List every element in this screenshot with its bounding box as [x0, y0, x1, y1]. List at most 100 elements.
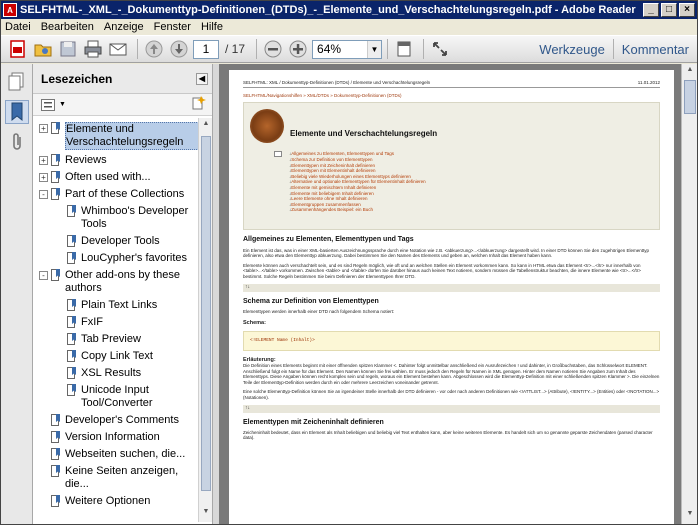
bookmark-item[interactable]: Tab Preview [33, 333, 199, 346]
paperclip-icon [13, 133, 21, 150]
bookmark-item[interactable]: Whimboo's Developer Tools [33, 205, 199, 231]
scroll-thumb[interactable] [684, 80, 696, 114]
bookmark-label: Version Information [65, 431, 160, 443]
scroll-thumb[interactable] [201, 136, 211, 491]
bookmark-item[interactable]: Copy Link Text [33, 350, 199, 363]
collapse-icon[interactable]: - [39, 271, 48, 280]
zoom-select[interactable]: 64% ▼ [312, 39, 383, 59]
scroll-down-icon[interactable]: ▼ [200, 508, 212, 520]
bookmark-item[interactable]: + Reviews [33, 154, 199, 167]
expand-icon[interactable]: + [39, 156, 48, 165]
bookmark-label: Part of these Collections [65, 188, 185, 200]
open-button[interactable] [32, 38, 54, 60]
new-bookmark-icon [192, 96, 206, 110]
bookmark-label: LouCypher's favorites [81, 252, 188, 264]
bookmark-label: Tab Preview [81, 333, 141, 345]
pages-icon [8, 72, 24, 91]
bookmark-item[interactable]: Developer Tools [33, 235, 199, 248]
window-title: SELFHTML-_XML_-_Dokumenttyp-Definitionen… [20, 4, 636, 16]
scroll-up-icon[interactable]: ▲ [684, 66, 696, 78]
bookmark-item[interactable]: + Often used with... [33, 171, 199, 184]
bookmark-label: Developer's Comments [65, 414, 179, 426]
bookmarks-scrollbar[interactable]: ▲ ▼ [198, 118, 212, 522]
bookmark-icon [67, 316, 76, 328]
tools-link[interactable]: Werkzeuge [539, 42, 605, 57]
pages-panel-button[interactable] [5, 70, 29, 94]
menu-bearbeiten[interactable]: Bearbeiten [41, 21, 94, 33]
bookmark-label: Unicode Input Tool/Converter [81, 384, 153, 409]
title-box: Elemente und Verschachtelungsregeln Allg… [243, 102, 660, 231]
paragraph-explanation-1: Die Definition eines Elements beginnt mi… [243, 362, 660, 385]
bookmark-item[interactable]: + Elemente und Verschachtelungsregeln [33, 122, 199, 150]
fit-page-button[interactable] [393, 38, 415, 60]
menu-fenster[interactable]: Fenster [154, 21, 191, 33]
close-button[interactable]: × [679, 3, 695, 17]
expand-icon[interactable]: + [39, 173, 48, 182]
jump-arrows-2[interactable]: ↑↓ [243, 404, 660, 413]
panel-options-bar: ▼ [33, 94, 212, 116]
collapse-icon[interactable]: - [39, 190, 48, 199]
expand-icon[interactable]: + [39, 124, 48, 133]
bookmark-item[interactable]: - Part of these Collections [33, 188, 199, 201]
previous-page-button[interactable] [143, 38, 165, 60]
bookmark-item[interactable]: Keine Seiten anzeigen, die... [33, 465, 199, 491]
save-button[interactable] [57, 38, 79, 60]
document-scrollbar[interactable]: ▲ ▼ [681, 64, 697, 524]
scroll-down-icon[interactable]: ▼ [684, 510, 696, 522]
menu-hilfe[interactable]: Hilfe [201, 21, 223, 33]
page-total: / 17 [225, 42, 246, 56]
menu-anzeige[interactable]: Anzeige [104, 21, 144, 33]
page-header-path: SELFHTML: XML / Dokumenttyp-Definitionen… [243, 80, 431, 85]
create-pdf-button[interactable] [7, 38, 29, 60]
attachments-panel-button[interactable] [5, 130, 29, 154]
bookmark-item[interactable]: Plain Text Links [33, 299, 199, 312]
scroll-up-icon[interactable]: ▲ [200, 120, 212, 132]
jump-arrows[interactable]: ↑↓ [243, 283, 660, 292]
bookmark-label: FxIF [81, 316, 103, 328]
zoom-in-button[interactable] [287, 38, 309, 60]
document-view[interactable]: SELFHTML: XML / Dokumenttyp-Definitionen… [219, 64, 681, 524]
bookmark-icon [51, 188, 60, 200]
bookmark-label: Often used with... [65, 171, 151, 183]
new-bookmark-button[interactable] [192, 96, 206, 113]
comment-link[interactable]: Kommentar [622, 42, 689, 57]
bookmark-item[interactable]: Unicode Input Tool/Converter [33, 384, 199, 410]
bookmark-item[interactable]: FxIF [33, 316, 199, 329]
maximize-button[interactable]: □ [661, 3, 677, 17]
heading-schema: Schema zur Definition von Elementtypen [243, 297, 379, 305]
print-button[interactable] [82, 38, 104, 60]
fullscreen-button[interactable] [429, 38, 451, 60]
bookmark-item[interactable]: LouCypher's favorites [33, 252, 199, 265]
bookmark-item[interactable]: Developer's Comments [33, 414, 199, 427]
next-page-button[interactable] [168, 38, 190, 60]
bookmarks-panel-button[interactable] [5, 100, 29, 124]
zoom-out-button[interactable] [262, 38, 284, 60]
bookmark-item[interactable]: Webseiten suchen, die... [33, 448, 199, 461]
toc-link[interactable]: Zusammenhängendes Beispiel: ein Buch [289, 207, 426, 213]
menu-datei[interactable]: Datei [5, 21, 31, 33]
bookmark-icon [67, 252, 76, 264]
options-menu-button[interactable]: ▼ [41, 98, 66, 111]
bookmark-item[interactable]: XSL Results [33, 367, 199, 380]
minimize-button[interactable]: _ [643, 3, 659, 17]
bookmark-icon [67, 350, 76, 362]
nav-links[interactable]: SELFHTML/Navigationshilfen » XML/DTDs » … [243, 93, 660, 99]
paragraph-chars: Zeicheninhalt bedeutet, dass ein Element… [243, 429, 653, 441]
panel-header: Lesezeichen ◀ [33, 64, 212, 94]
bookmark-item[interactable]: Weitere Optionen [33, 495, 199, 508]
page-number-input[interactable]: 1 [193, 39, 219, 59]
bookmark-item[interactable]: Version Information [33, 431, 199, 444]
navigation-strip [1, 64, 33, 524]
menu-bar: Datei Bearbeiten Anzeige Fenster Hilfe [1, 19, 697, 35]
open-folder-icon [34, 44, 52, 57]
selfhtml-logo-icon [250, 109, 284, 144]
minus-icon [264, 40, 282, 58]
save-icon [60, 41, 76, 57]
bookmark-icon [51, 414, 60, 426]
panel-title: Lesezeichen [41, 71, 113, 86]
bookmark-label: Developer Tools [81, 235, 160, 247]
collapse-panel-button[interactable]: ◀ [196, 72, 208, 85]
bookmark-item[interactable]: - Other add-ons by these authors [33, 269, 199, 295]
email-button[interactable] [107, 38, 129, 60]
bookmark-label: Plain Text Links [81, 299, 158, 311]
